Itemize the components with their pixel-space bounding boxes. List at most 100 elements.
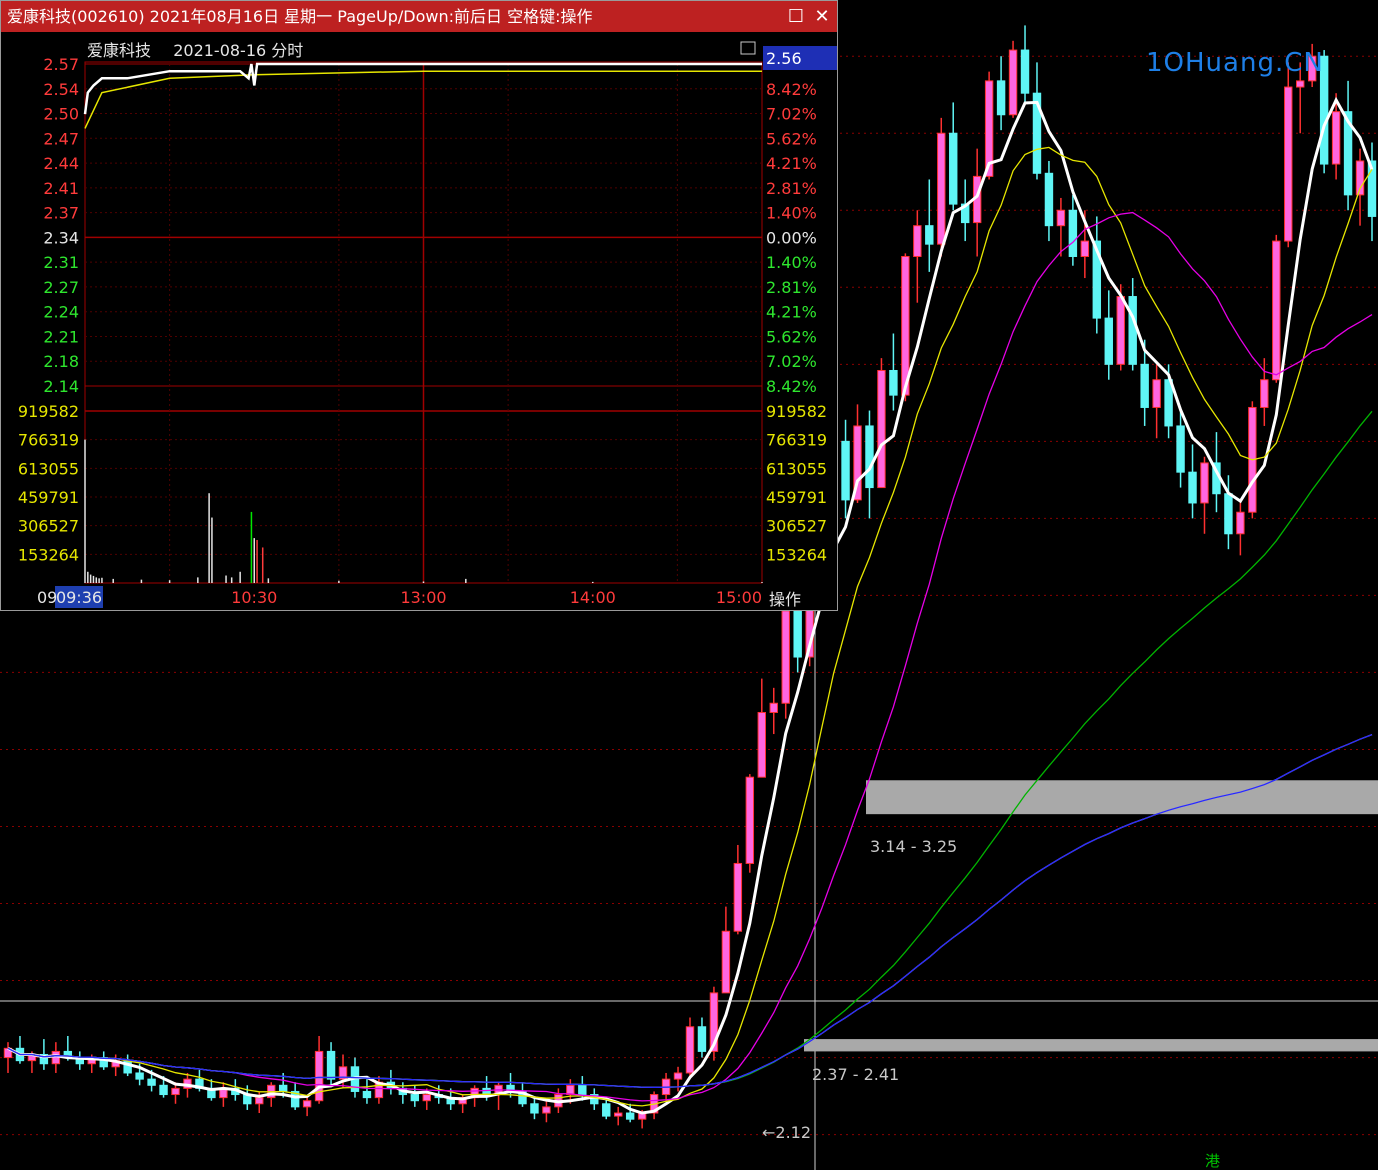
pct-tick-right: 4.21% xyxy=(766,303,817,322)
price-tick-left: 2.14 xyxy=(43,377,79,396)
candle-body xyxy=(889,369,898,396)
candle-body xyxy=(1296,80,1305,88)
candle-body xyxy=(1068,209,1078,257)
candle-body xyxy=(1236,511,1245,535)
candle-body xyxy=(1044,172,1054,227)
candle-body xyxy=(1200,462,1209,504)
price-tick-left: 2.37 xyxy=(43,204,79,223)
maximize-icon[interactable]: ☐ xyxy=(783,1,809,32)
candle-body xyxy=(1128,296,1137,365)
candle-body xyxy=(147,1078,156,1086)
price-tick-left: 2.50 xyxy=(43,105,79,124)
time-tick: 09 xyxy=(37,588,57,607)
candle-body xyxy=(877,369,886,489)
candle-body xyxy=(865,425,874,489)
band-high-label: 3.14 - 3.25 xyxy=(870,837,957,856)
price-tick-left: 2.18 xyxy=(43,352,79,371)
candle-body xyxy=(1116,296,1125,365)
candle-body xyxy=(614,1112,623,1117)
time-tick: 10:30 xyxy=(231,588,277,607)
time-tick: 13:00 xyxy=(400,588,446,607)
candle-body xyxy=(1331,111,1341,165)
price-tick-left: 2.21 xyxy=(43,327,79,346)
window-title: 爱康科技(002610) 2021年08月16日 星期一 PageUp/Down… xyxy=(1,1,837,32)
candle-body xyxy=(625,1112,635,1120)
candle-body xyxy=(314,1050,324,1102)
candle-body xyxy=(1152,379,1161,408)
hk-connect-marker: 港 xyxy=(1205,1152,1220,1170)
candle-body xyxy=(996,80,1006,116)
candle-body xyxy=(697,1026,707,1052)
candle-body xyxy=(1188,471,1197,504)
pct-tick-right: 7.02% xyxy=(766,352,817,371)
pct-tick-right: 5.62% xyxy=(766,327,817,346)
candle-body xyxy=(733,862,743,932)
site-logo: 1OHuang.CN xyxy=(1146,48,1324,78)
price-tick-left: 2.57 xyxy=(43,55,79,74)
candle-body xyxy=(841,440,850,501)
price-band xyxy=(804,1039,1378,1052)
pct-tick-right: 5.62% xyxy=(766,129,817,148)
price-tick-left: 2.24 xyxy=(43,303,79,322)
candle-body xyxy=(326,1050,336,1080)
pct-tick-right: 4.21% xyxy=(766,154,817,173)
candle-body xyxy=(255,1097,264,1105)
candle-body xyxy=(1008,49,1018,116)
volume-tick-right: 153264 xyxy=(766,545,827,564)
time-tick: 09:36 xyxy=(56,588,102,607)
pct-tick-right: 8.42% xyxy=(766,377,817,396)
time-tick: 14:00 xyxy=(570,588,616,607)
price-tick-left: 2.41 xyxy=(43,179,79,198)
volume-tick-right: 766319 xyxy=(766,431,827,450)
candle-body xyxy=(542,1106,551,1114)
candle-body xyxy=(745,776,755,864)
candle-body xyxy=(721,930,731,994)
candle-body xyxy=(566,1084,575,1096)
volume-tick-left: 766319 xyxy=(18,431,79,450)
volume-tick-right: 459791 xyxy=(766,488,827,507)
price-tick-left: 2.54 xyxy=(43,80,79,99)
volume-tick-left: 459791 xyxy=(18,488,79,507)
candle-body xyxy=(278,1084,288,1092)
price-tick-left: 2.34 xyxy=(43,228,79,247)
price-tick-left: 2.27 xyxy=(43,278,79,297)
candle-body xyxy=(1056,209,1066,227)
candle-body xyxy=(937,132,946,245)
band-low-label: 2.37 - 2.41 xyxy=(812,1065,899,1084)
candle-body xyxy=(793,610,802,658)
intraday-chart[interactable]: 2.57 2.54 2.50 2.47 2.44 2.41 2.37 2.34 2.31 2.27… xyxy=(1,32,837,611)
candle-body xyxy=(135,1072,144,1080)
operate-button[interactable]: 操作 xyxy=(769,586,801,610)
volume-tick-left: 919582 xyxy=(18,402,79,421)
candle-body xyxy=(769,702,778,713)
pct-tick-right: 7.02% xyxy=(766,105,817,124)
price-band xyxy=(866,780,1378,815)
intraday-popup-window[interactable]: 爱康科技(002610) 2021年08月16日 星期一 PageUp/Down… xyxy=(0,0,838,611)
candle-body xyxy=(1080,240,1090,257)
close-icon[interactable]: ✕ xyxy=(809,1,835,32)
price-tick-left: 2.31 xyxy=(43,253,79,272)
candle-body xyxy=(949,132,958,205)
toggle-panel-icon xyxy=(740,41,756,55)
time-tick: 15:00 xyxy=(716,588,762,607)
candle-body xyxy=(1020,49,1030,94)
candle-body xyxy=(685,1026,695,1074)
candle-body xyxy=(1272,240,1281,381)
volume-tick-left: 613055 xyxy=(18,459,79,478)
pct-tick-right: 1.40% xyxy=(766,204,817,223)
candle-body xyxy=(602,1103,611,1117)
pct-tick-right: 2.81% xyxy=(766,179,817,198)
low-price-marker: ←2.12 xyxy=(762,1123,811,1142)
candle-body xyxy=(1284,86,1293,242)
candle-body xyxy=(673,1072,683,1080)
candle-body xyxy=(159,1084,168,1096)
candle-body xyxy=(1224,493,1233,535)
candle-body xyxy=(171,1087,180,1096)
candle-body xyxy=(1176,425,1185,473)
candle-body xyxy=(925,225,934,245)
candle-body xyxy=(757,711,766,778)
candle-body xyxy=(1104,317,1113,365)
candle-body xyxy=(578,1084,587,1096)
candle-body xyxy=(1260,379,1269,408)
volume-tick-right: 613055 xyxy=(766,459,827,478)
